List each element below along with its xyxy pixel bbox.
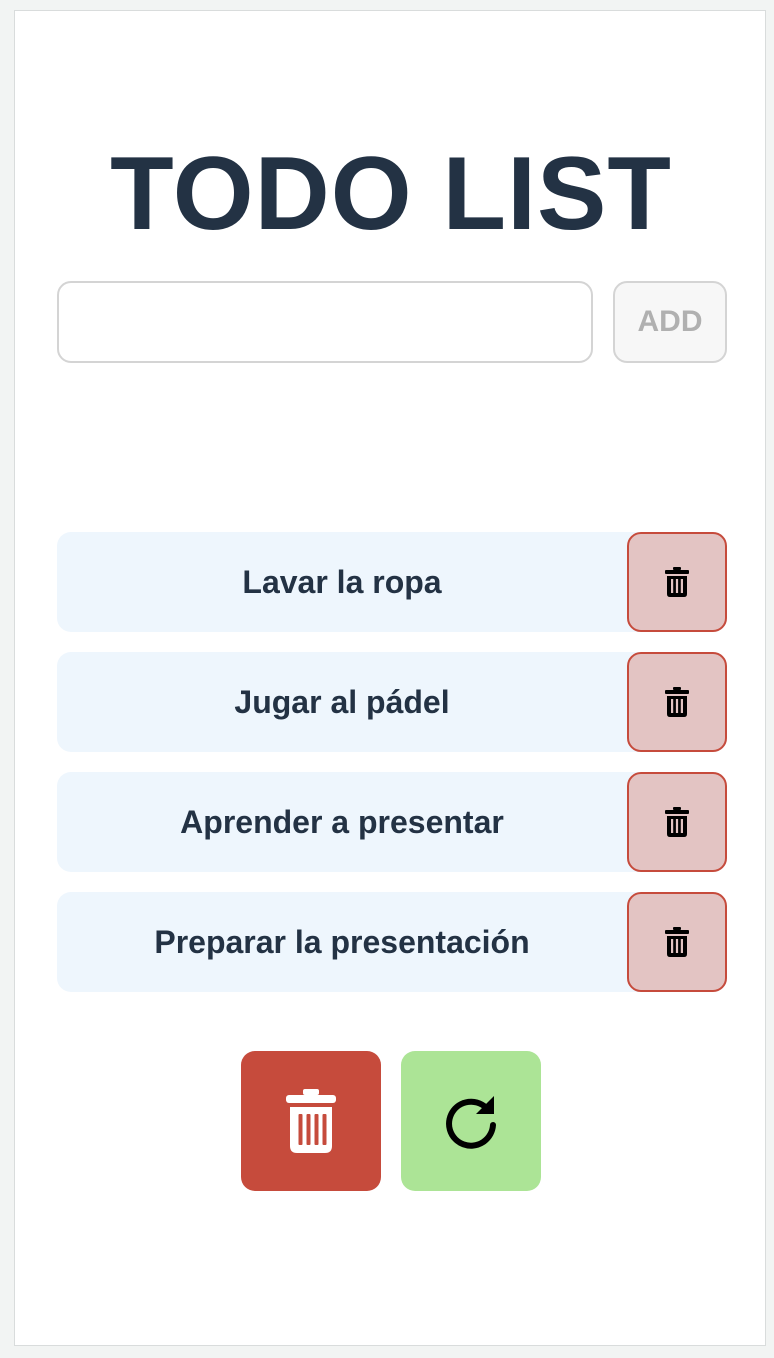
todo-item-text: Aprender a presentar bbox=[180, 803, 504, 840]
todo-card: TODO LIST ADD Lavar la ropa Jugar al pád… bbox=[14, 10, 766, 1346]
add-button-label: ADD bbox=[637, 305, 703, 338]
todo-item: Jugar al pádel bbox=[57, 652, 727, 752]
trash-icon bbox=[665, 927, 689, 957]
trash-icon bbox=[665, 807, 689, 837]
clear-all-button[interactable] bbox=[241, 1051, 381, 1191]
refresh-icon bbox=[446, 1096, 496, 1149]
delete-item-button[interactable] bbox=[627, 532, 727, 632]
trash-icon bbox=[665, 687, 689, 717]
reset-button[interactable] bbox=[401, 1051, 541, 1191]
trash-icon bbox=[286, 1089, 336, 1153]
todo-item-text: Lavar la ropa bbox=[242, 563, 442, 600]
todo-list: Lavar la ropa Jugar al pádel Aprender a … bbox=[57, 532, 727, 1012]
todo-item: Lavar la ropa bbox=[57, 532, 727, 632]
todo-item: Preparar la presentación bbox=[57, 892, 727, 992]
todo-item-text: Jugar al pádel bbox=[234, 683, 450, 720]
add-button[interactable]: ADD bbox=[613, 281, 727, 363]
delete-item-button[interactable] bbox=[627, 772, 727, 872]
bottom-actions bbox=[241, 1051, 541, 1191]
todo-item: Aprender a presentar bbox=[57, 772, 727, 872]
delete-item-button[interactable] bbox=[627, 652, 727, 752]
trash-icon bbox=[665, 567, 689, 597]
todo-input[interactable] bbox=[57, 281, 593, 363]
page-title: TODO LIST bbox=[110, 136, 672, 252]
todo-item-text: Preparar la presentación bbox=[154, 923, 530, 960]
delete-item-button[interactable] bbox=[627, 892, 727, 992]
